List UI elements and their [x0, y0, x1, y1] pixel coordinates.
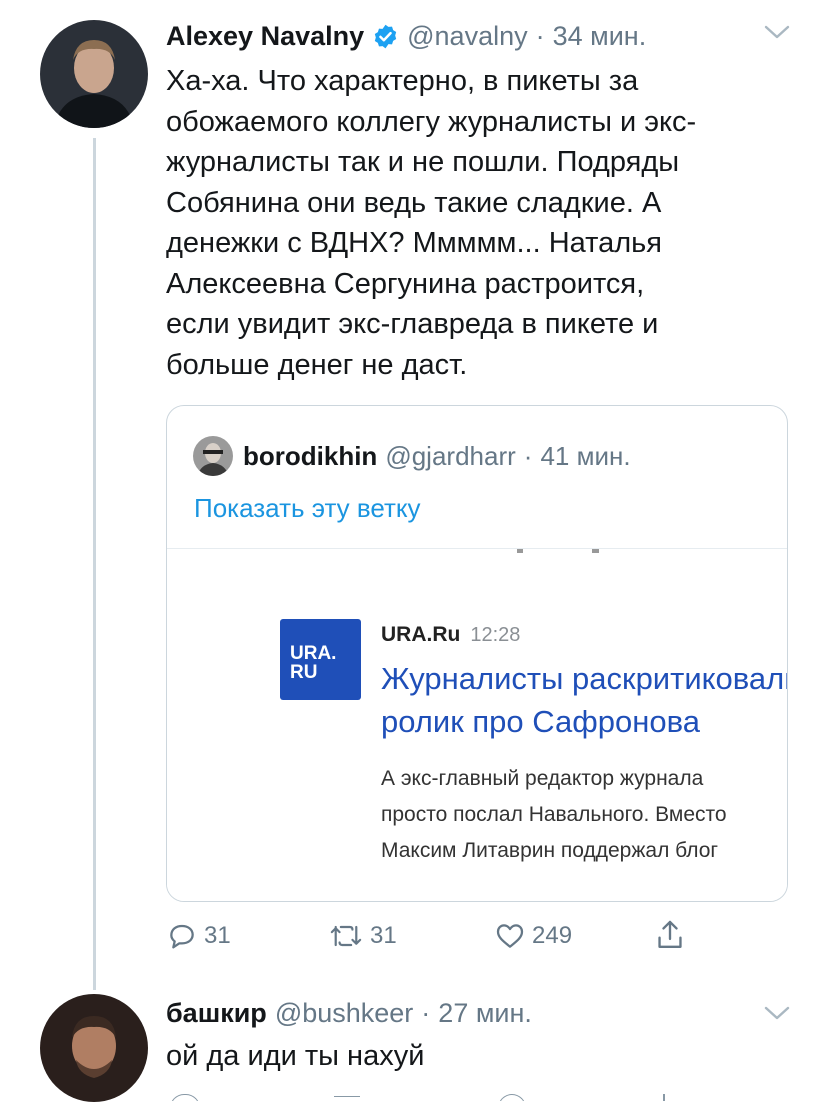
ura-snippet-line: просто послал Навального. Вместо	[381, 803, 727, 826]
like-button[interactable]: 249	[494, 920, 572, 952]
chevron-down-icon[interactable]	[764, 1005, 790, 1026]
ura-snippet-line: А экс-главный редактор журнала	[381, 767, 704, 790]
quote-author-handle: @gjardharr	[385, 440, 516, 471]
tweet-text-line: Ха-ха. Что характерно, в пикеты за	[166, 65, 639, 97]
like-count: 249	[532, 922, 573, 949]
reply-text: ой да иди ты нахуй	[166, 1040, 425, 1072]
tweet-text-line: Собянина они ведь такие сладкие. А	[166, 186, 662, 219]
show-thread-link[interactable]: Показать эту ветку	[194, 493, 421, 524]
tweet-time[interactable]: 34 мин.	[553, 21, 647, 52]
verified-badge-icon	[372, 23, 399, 50]
chevron-down-icon[interactable]	[764, 24, 790, 45]
tweet-text-line: больше денег не даст.	[166, 348, 468, 381]
avatar-borodikhin	[193, 436, 233, 476]
quote-media[interactable]: URA. RU URA.Ru 12:28 Журналисты раскрити…	[167, 548, 787, 901]
reply-author-handle[interactable]: @bushkeer	[275, 998, 413, 1029]
author-name[interactable]: Alexey Navalny	[166, 21, 364, 52]
reply-count: 31	[204, 922, 231, 949]
time-separator: ·	[535, 20, 545, 51]
ura-time: 12:28	[470, 624, 521, 646]
tweet-text-line: журналисты так и не пошли. Подряды	[166, 146, 680, 178]
quote-author-name: borodikhin	[243, 440, 378, 471]
ura-header: URA.Ru 12:28	[381, 623, 520, 647]
author-handle[interactable]: @navalny	[407, 21, 527, 52]
retweet-button[interactable]: 31	[328, 920, 397, 952]
tweet-text-line: денежки с ВДНХ? Ммммм... Наталья	[166, 227, 662, 259]
retweet-icon	[330, 925, 362, 947]
avatar-image	[40, 994, 148, 1102]
avatar-image	[40, 20, 148, 128]
reply-time-separator: ·	[421, 997, 431, 1028]
quote-time-separator: ·	[523, 440, 533, 471]
quote-header: borodikhin @gjardharr · 41 мин.	[243, 436, 631, 476]
ura-logo: URA. RU	[280, 619, 361, 700]
tweet-header: Alexey Navalny @navalny · 34 мин.	[166, 16, 646, 56]
tweet-text-line: обожаемого коллегу журналисты и экс-	[166, 105, 697, 138]
share-button[interactable]	[654, 918, 686, 952]
ura-source: URA.Ru	[381, 623, 461, 646]
avatar-navalny[interactable]	[40, 20, 148, 128]
thread-line	[93, 138, 96, 990]
reply-header: башкир @bushkeer · 27 мин.	[166, 993, 532, 1033]
ura-logo-line2: RU	[290, 662, 318, 683]
reply-icon	[170, 924, 194, 949]
reply-time[interactable]: 27 мин.	[438, 998, 532, 1029]
tweet-text: Ха-ха. Что характерно, в пикеты за обожа…	[166, 61, 806, 385]
retweet-count: 31	[370, 922, 397, 949]
tweet-text-line: если увидит экс-главреда в пикете и	[166, 308, 659, 340]
avatar-bushkeer[interactable]	[40, 994, 148, 1102]
ura-snippet-line: Максим Литаврин поддержал блог	[381, 839, 719, 862]
share-icon	[658, 920, 682, 948]
reply-actions-cropped	[166, 1094, 726, 1101]
quoted-tweet-card[interactable]: borodikhin @gjardharr · 41 мин. Показать…	[166, 405, 788, 902]
heart-icon	[496, 924, 524, 948]
reply-author-name[interactable]: башкир	[166, 998, 267, 1029]
quote-time: 41 мин.	[540, 440, 631, 471]
ura-logo-line1: URA.	[290, 643, 337, 664]
reply-button[interactable]: 31	[166, 920, 231, 952]
ura-headline-line: Журналисты раскритиковали	[381, 661, 787, 696]
cropped-text-remnant	[167, 549, 787, 557]
tweet-text-line: Алексеевна Сергунина растроится,	[166, 267, 645, 300]
ura-headline-line: ролик про Сафронова	[381, 704, 700, 739]
